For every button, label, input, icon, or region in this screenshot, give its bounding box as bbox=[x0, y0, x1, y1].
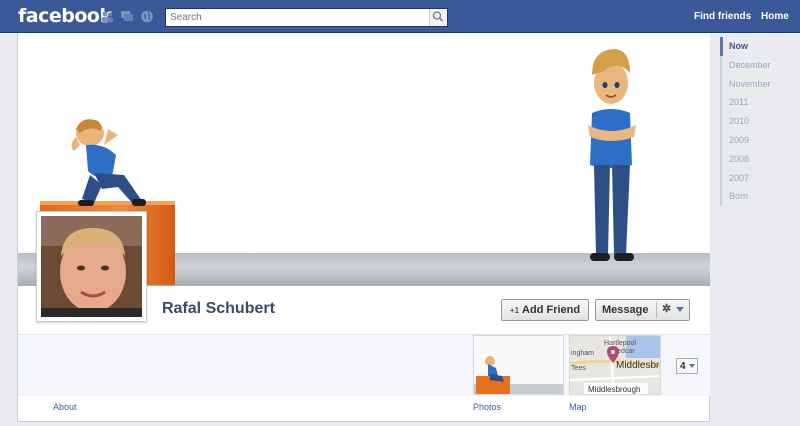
friends-icon[interactable] bbox=[100, 10, 114, 23]
chevron-down-icon bbox=[688, 364, 695, 368]
tab-map[interactable]: Map bbox=[569, 402, 587, 412]
photos-thumbnail[interactable] bbox=[473, 335, 564, 395]
find-friends-link[interactable]: Find friends bbox=[694, 11, 751, 22]
timeline-navigation: Now December November 2011 2010 2009 200… bbox=[720, 37, 800, 207]
timeline-item-2009[interactable]: 2009 bbox=[722, 131, 800, 150]
add-friend-button[interactable]: +1 Add Friend bbox=[501, 299, 589, 321]
timeline-item-december[interactable]: December bbox=[722, 56, 800, 75]
timeline-item-now[interactable]: Now bbox=[720, 37, 800, 56]
photos-preview-image bbox=[474, 336, 563, 394]
search-box bbox=[165, 8, 448, 27]
profile-picture[interactable] bbox=[36, 211, 147, 322]
kneeling-figure-illustration bbox=[71, 119, 146, 206]
avatar bbox=[41, 216, 142, 317]
chevron-down-icon[interactable] bbox=[676, 307, 684, 312]
more-apps-count: 4 bbox=[680, 360, 686, 372]
magnifier-icon bbox=[432, 11, 444, 22]
map-thumbnail[interactable]: Hartlepool Redcar Middlesbrou ingham Tee… bbox=[569, 335, 661, 395]
timeline-item-2007[interactable]: 2007 bbox=[722, 169, 800, 188]
timeline-item-2008[interactable]: 2008 bbox=[722, 150, 800, 169]
timeline-item-november[interactable]: November bbox=[722, 75, 800, 94]
timeline-item-born[interactable]: Born bbox=[722, 187, 800, 206]
message-button[interactable]: Message ✲ bbox=[595, 299, 690, 321]
map-preview-image: Hartlepool Redcar Middlesbrou ingham Tee… bbox=[570, 336, 661, 394]
tab-photos[interactable]: Photos bbox=[473, 402, 501, 412]
button-divider bbox=[656, 302, 657, 318]
home-link[interactable]: Home bbox=[761, 11, 789, 22]
gear-icon[interactable]: ✲ bbox=[662, 302, 671, 315]
add-friend-icon: +1 bbox=[509, 305, 520, 315]
profile-photo bbox=[41, 216, 142, 317]
messages-icon[interactable] bbox=[120, 10, 134, 23]
profile-name[interactable]: Rafal Schubert bbox=[162, 300, 275, 318]
timeline-item-2011[interactable]: 2011 bbox=[722, 93, 800, 112]
map-label-hartlepool: Hartlepool bbox=[604, 340, 636, 347]
map-label-ingham: ingham bbox=[571, 350, 594, 357]
facebook-logo[interactable]: facebook bbox=[18, 5, 112, 27]
timeline-item-2010[interactable]: 2010 bbox=[722, 112, 800, 131]
add-friend-label: Add Friend bbox=[522, 304, 581, 316]
map-label-middlesbrou: Middlesbrou bbox=[616, 360, 661, 371]
search-input[interactable] bbox=[166, 9, 424, 26]
map-label-tees: Tees bbox=[571, 365, 586, 372]
standing-figure-illustration bbox=[588, 49, 636, 261]
top-navigation-bar: facebook Find friends Home bbox=[0, 0, 800, 33]
search-button[interactable] bbox=[429, 9, 447, 26]
message-label: Message bbox=[602, 304, 649, 316]
timeline-card: Rafal Schubert +1 Add Friend Message ✲ H… bbox=[17, 33, 710, 422]
tab-about[interactable]: About bbox=[53, 402, 77, 412]
globe-icon[interactable] bbox=[140, 10, 154, 23]
map-caption: Middlesbrough bbox=[588, 385, 640, 394]
more-apps-button[interactable]: 4 bbox=[676, 358, 698, 374]
